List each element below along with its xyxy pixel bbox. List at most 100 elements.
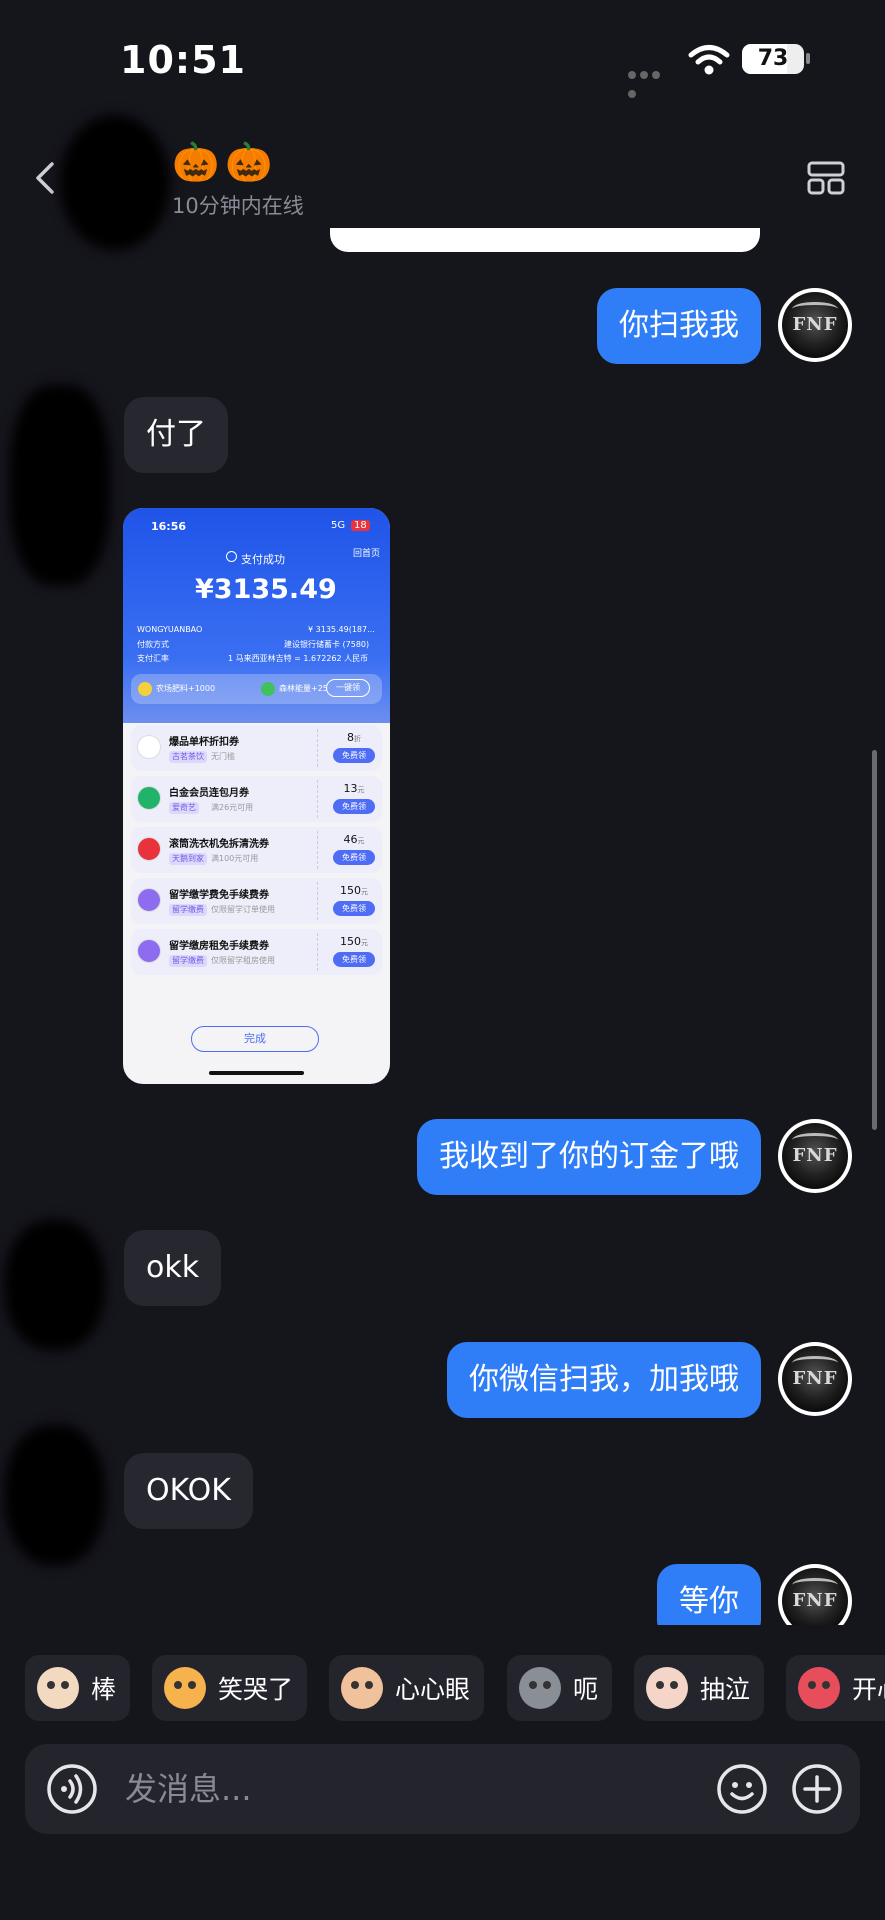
shot-coupon-row: 滚筒洗衣机免拆清洗券 天鹅到家 满100元可用 46元免费领 <box>131 827 382 873</box>
coupon-brand-icon <box>137 837 161 861</box>
coupon-title: 滚筒洗衣机免拆清洗券 <box>169 839 269 850</box>
signal-icon <box>628 64 674 98</box>
previous-card <box>330 228 760 252</box>
coupon-brand-icon <box>137 735 161 759</box>
status-time: 10:51 <box>120 38 246 82</box>
avatar[interactable]: FNF <box>778 288 852 362</box>
battery-icon: 73 <box>742 44 804 74</box>
plus-icon[interactable] <box>790 1762 844 1816</box>
shot-merchant-amount: ¥ 3135.49(187... <box>308 625 375 634</box>
coupon-title: 留学缴房租免手续费券 <box>169 941 269 952</box>
emoji-icon[interactable] <box>715 1762 769 1816</box>
coupon-claim-button: 免费领 <box>333 901 375 916</box>
shot-coupon-row: 爆品单杯折扣券 古茗茶饮 无门槛 8折免费领 <box>131 725 382 771</box>
message-bubble-received[interactable]: okk <box>124 1230 222 1306</box>
voice-icon[interactable] <box>45 1762 99 1816</box>
coupon-tag: 天鹅到家 <box>169 853 207 865</box>
message-clip: 等你 FNF <box>0 1560 885 1625</box>
shot-method-label: 付款方式 <box>137 640 169 649</box>
quick-reaction-laugh-cry[interactable]: 笑哭了 <box>152 1655 308 1721</box>
quick-reaction-sob[interactable]: 抽泣 <box>634 1655 765 1721</box>
contact-name-emoji: 🎃🎃 <box>172 140 279 184</box>
shot-reward1: 农场肥料+1000 <box>156 684 216 693</box>
payment-screenshot-image[interactable]: 16:56 5G 18 回首页 支付成功 ¥3135.49 WONGYUANBA… <box>123 508 390 1084</box>
coupon-condition: 仅限留学租房使用 <box>211 956 275 965</box>
wifi-icon <box>688 45 730 75</box>
battery-level: 73 <box>757 46 789 71</box>
quick-reaction-uh[interactable]: 呃 <box>507 1655 613 1721</box>
shot-reward2: 森林能量+25 <box>279 684 328 693</box>
status-bar: 10:51 73 <box>0 0 885 110</box>
chat-header: 🎃🎃 10分钟内在线 <box>0 110 885 250</box>
coupon-value: 150元 <box>340 884 368 897</box>
avatar[interactable]: FNF <box>778 1342 852 1416</box>
avatar[interactable]: FNF <box>778 1119 852 1193</box>
coupon-tag: 留学缴费 <box>169 904 207 916</box>
avatar[interactable]: FNF <box>778 1564 852 1625</box>
coupon-condition: 无门槛 <box>211 752 235 761</box>
coupon-tag: 爱奇艺 <box>169 802 199 814</box>
coupon-brand-icon <box>137 888 161 912</box>
shot-method-value: 建设银行储蓄卡 (7580) <box>284 640 370 649</box>
happy-icon <box>798 1667 840 1709</box>
message-bubble-sent[interactable]: 等你 <box>657 1564 761 1625</box>
message-bubble-sent[interactable]: 我收到了你的订金了哦 <box>417 1119 761 1195</box>
cat-laugh-cry-icon <box>164 1667 206 1709</box>
coupon-title: 白金会员连包月券 <box>169 788 249 799</box>
shot-reward1-icon <box>138 682 152 696</box>
shot-battery: 18 <box>351 520 370 531</box>
layout-icon[interactable] <box>806 158 846 198</box>
shot-time: 16:56 <box>151 520 187 533</box>
shot-coupon-row: 留学缴房租免手续费券 留学缴费 仅限留学租房使用 150元免费领 <box>131 929 382 975</box>
message-bubble-sent[interactable]: 你微信扫我，加我哦 <box>447 1342 761 1418</box>
coupon-condition: 满26元可用 <box>211 803 254 812</box>
coupon-condition: 仅限留学订单使用 <box>211 905 275 914</box>
coupon-claim-button: 免费领 <box>333 850 375 865</box>
shot-home-link: 回首页 <box>353 549 381 559</box>
message-bubble-sent[interactable]: 你扫我我 <box>597 288 761 364</box>
shot-amount: ¥3135.49 <box>195 574 337 605</box>
quick-reaction-bar: 棒 笑哭了 心心眼 呃 抽泣 开心 <box>0 1655 885 1721</box>
shot-done-button: 完成 <box>191 1026 319 1052</box>
shot-coupon-row: 白金会员连包月券 爱奇艺 满26元可用 13元免费领 <box>131 776 382 822</box>
cat-heart-eyes-icon <box>341 1667 383 1709</box>
coupon-claim-button: 免费领 <box>333 952 375 967</box>
shot-rate-label: 支付汇率 <box>137 654 169 663</box>
shot-network: 5G <box>331 520 346 531</box>
chat-screen: 10:51 73 🎃🎃 10分钟内在线 你扫我我 FNF 付了 16:56 5G… <box>0 0 885 1920</box>
message-bubble-received[interactable]: OKOK <box>124 1453 253 1529</box>
cat-sob-icon <box>646 1667 688 1709</box>
message-input[interactable] <box>125 1762 705 1816</box>
redacted-avatar <box>60 115 170 250</box>
coupon-title: 爆品单杯折扣券 <box>169 737 239 748</box>
coupon-condition: 满100元可用 <box>211 854 259 863</box>
redacted-avatar <box>10 385 110 585</box>
coupon-value: 150元 <box>340 935 368 948</box>
coupon-value: 13元 <box>343 782 365 795</box>
coupon-brand-icon <box>137 939 161 963</box>
redacted-avatar <box>5 1220 105 1350</box>
message-input-bar <box>25 1744 860 1834</box>
coupon-value: 46元 <box>343 833 365 846</box>
shot-check-icon <box>226 551 237 562</box>
back-icon[interactable] <box>28 160 64 196</box>
message-bubble-received[interactable]: 付了 <box>124 397 228 473</box>
quick-reaction-happy[interactable]: 开心 <box>786 1655 885 1721</box>
redacted-avatar <box>5 1425 105 1565</box>
quick-reaction-bang[interactable]: 棒 <box>25 1655 131 1721</box>
cat-uh-icon <box>519 1667 561 1709</box>
shot-coupon-row: 留学缴学费免手续费券 留学缴费 仅限留学订单使用 150元免费领 <box>131 878 382 924</box>
coupon-claim-button: 免费领 <box>333 799 375 814</box>
cat-thumbs-icon <box>37 1667 79 1709</box>
quick-reaction-heart-eyes[interactable]: 心心眼 <box>329 1655 485 1721</box>
shot-merchant: WONGYUANBAO <box>137 625 203 634</box>
coupon-value: 8折 <box>347 731 361 744</box>
coupon-tag: 古茗茶饮 <box>169 751 207 763</box>
shot-reward2-icon <box>261 682 275 696</box>
shot-reward-button: 一键领 <box>326 679 370 697</box>
coupon-brand-icon <box>137 786 161 810</box>
scrollbar[interactable] <box>872 750 877 1130</box>
coupon-tag: 留学缴费 <box>169 955 207 967</box>
coupon-claim-button: 免费领 <box>333 748 375 763</box>
coupon-title: 留学缴学费免手续费券 <box>169 890 269 901</box>
